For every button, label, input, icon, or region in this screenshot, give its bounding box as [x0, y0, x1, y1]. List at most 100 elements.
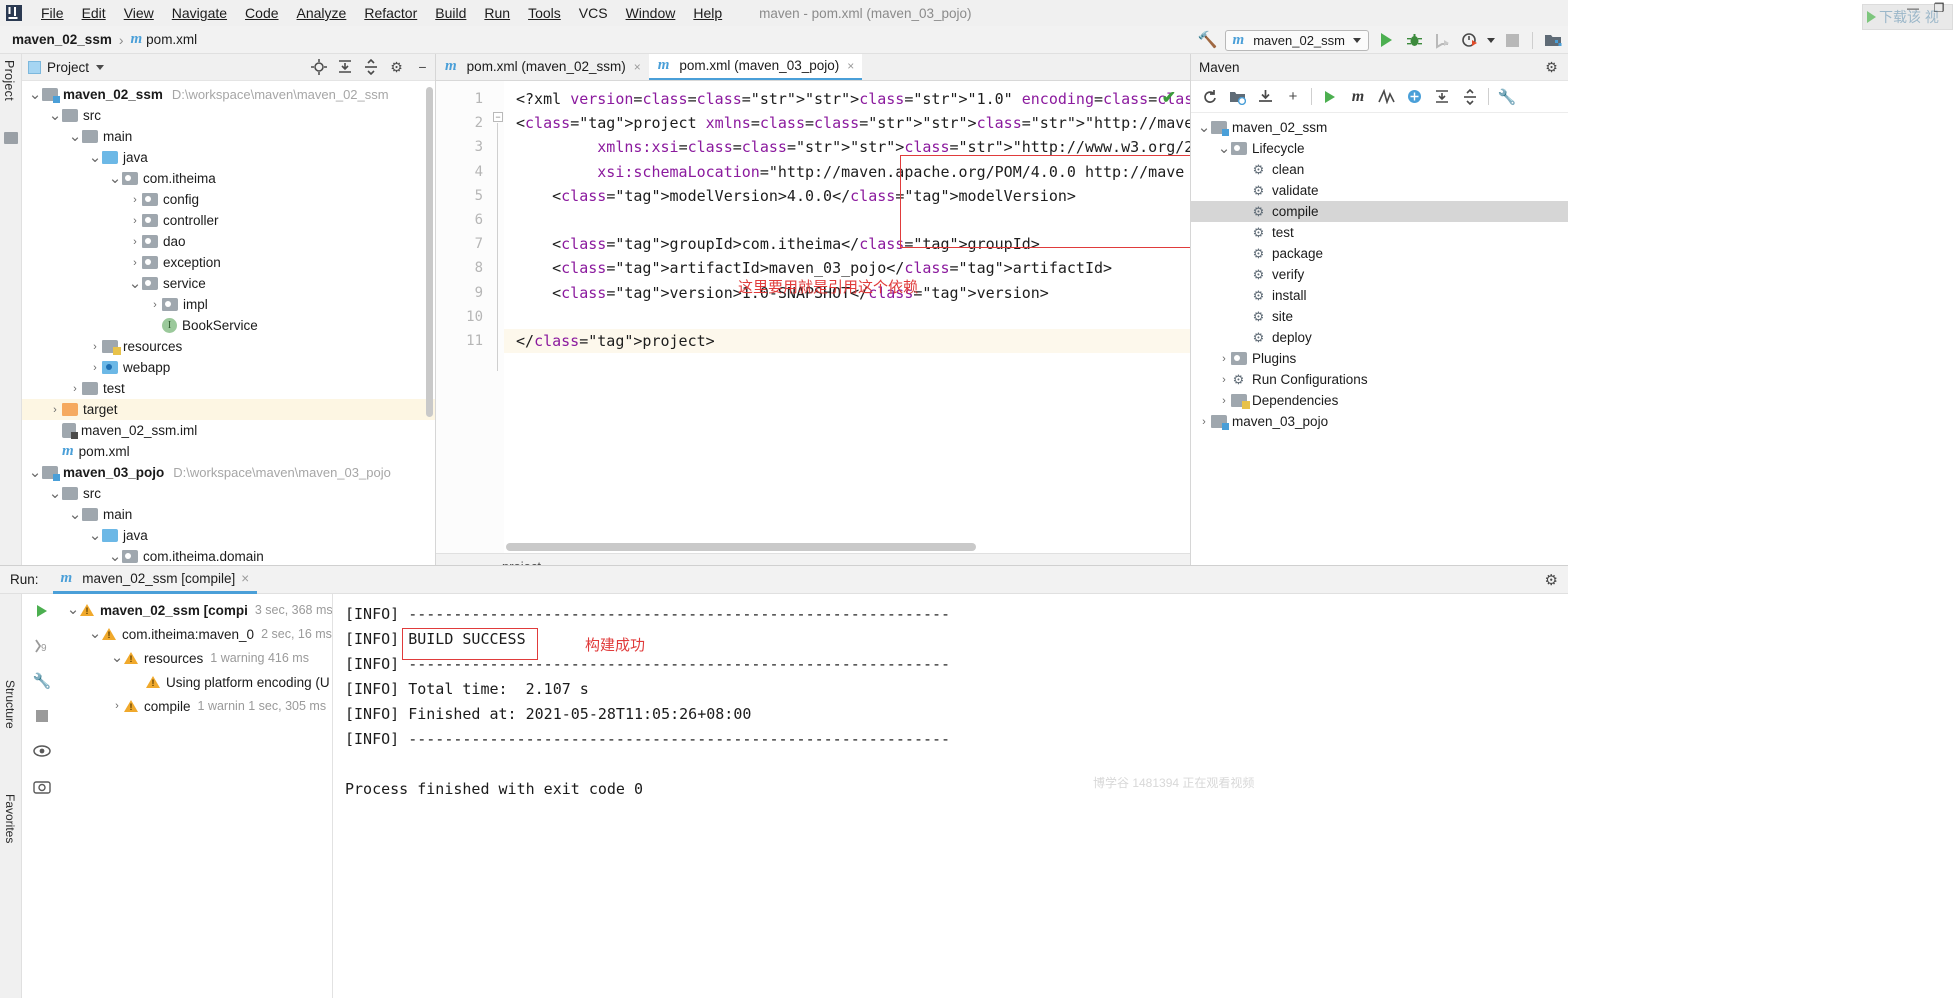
- menu-analyze[interactable]: Analyze: [288, 3, 356, 23]
- tree-row[interactable]: ⌄ src: [22, 105, 435, 126]
- hide-panel-icon[interactable]: −: [414, 59, 431, 76]
- tree-row[interactable]: › webapp: [22, 357, 435, 378]
- menu-code[interactable]: Code: [236, 3, 287, 23]
- editor-horizontal-scrollbar[interactable]: [506, 543, 976, 551]
- run-configuration-selector[interactable]: m maven_02_ssm: [1224, 29, 1369, 51]
- editor-tab[interactable]: m pom.xml (maven_02_ssm) ×: [436, 53, 649, 80]
- tree-row[interactable]: ·I BookService: [22, 315, 435, 336]
- menu-file[interactable]: File: [32, 3, 73, 23]
- expand-arrow-icon[interactable]: ⌄: [48, 108, 62, 123]
- expand-arrow-icon[interactable]: ⌄: [1217, 141, 1231, 156]
- collapse-arrow-icon[interactable]: ›: [1217, 353, 1231, 365]
- tree-row[interactable]: › target: [22, 399, 435, 420]
- collapse-arrow-icon[interactable]: ›: [128, 257, 142, 269]
- maven-tree-row[interactable]: › Plugins: [1191, 348, 1568, 369]
- run-tab[interactable]: m maven_02_ssm [compile] ×: [52, 566, 258, 594]
- maven-tree-row[interactable]: ·⚙ test: [1191, 222, 1568, 243]
- menu-vcs[interactable]: VCS: [570, 3, 617, 23]
- expand-arrow-icon[interactable]: ⌄: [88, 150, 102, 165]
- tree-row[interactable]: ⌄ main: [22, 504, 435, 525]
- close-icon[interactable]: ×: [847, 59, 854, 73]
- minimize-button[interactable]: —: [1900, 0, 1926, 16]
- expand-arrow-icon[interactable]: ⌄: [68, 129, 82, 144]
- expand-arrow-icon[interactable]: ⌄: [88, 626, 102, 641]
- maven-goals-tree[interactable]: ⌄maven_02_ssm⌄Lifecycle·⚙clean·⚙validate…: [1191, 113, 1568, 579]
- expand-arrow-icon[interactable]: ⌄: [28, 465, 42, 480]
- expand-arrow-icon[interactable]: ⌄: [28, 87, 42, 102]
- maven-tree-row[interactable]: ·⚙ clean: [1191, 159, 1568, 180]
- toggle-visibility-icon[interactable]: [31, 740, 53, 762]
- collapse-arrow-icon[interactable]: ›: [68, 383, 82, 395]
- gear-icon[interactable]: ⚙: [1545, 571, 1558, 589]
- expand-all-icon[interactable]: [1429, 85, 1455, 109]
- maven-settings-wrench-icon[interactable]: 🔧: [1494, 85, 1520, 109]
- tree-row[interactable]: ⌄ java: [22, 525, 435, 546]
- menu-window[interactable]: Window: [617, 3, 685, 23]
- gear-icon[interactable]: ⚙: [388, 59, 405, 76]
- expand-arrow-icon[interactable]: ⌄: [110, 650, 124, 665]
- project-structure-button[interactable]: [1542, 29, 1564, 51]
- menu-edit[interactable]: Edit: [73, 3, 115, 23]
- breadcrumb-project[interactable]: maven_02_ssm: [12, 32, 112, 47]
- build-tree[interactable]: ⌄ maven_02_ssm [compi 3 sec, 368 ms ⌄ com.it…: [62, 594, 333, 998]
- expand-arrow-icon[interactable]: ⌄: [68, 507, 82, 522]
- collapse-arrow-icon[interactable]: ›: [128, 194, 142, 206]
- tree-row[interactable]: ⌄ src: [22, 483, 435, 504]
- locate-target-icon[interactable]: [310, 59, 327, 76]
- maven-tree-row[interactable]: ·⚙ compile: [1191, 201, 1568, 222]
- folder-icon[interactable]: [4, 132, 18, 144]
- tree-row[interactable]: › config: [22, 189, 435, 210]
- stop-icon[interactable]: [31, 705, 53, 727]
- maven-tree-row[interactable]: ·⚙ verify: [1191, 264, 1568, 285]
- editor-tab[interactable]: m pom.xml (maven_03_pojo) ×: [648, 53, 863, 80]
- profiler-button[interactable]: [1459, 29, 1481, 51]
- code-line[interactable]: <class="tag">project xmlns=class=class="…: [504, 111, 1190, 135]
- collapse-arrow-icon[interactable]: ›: [48, 404, 62, 416]
- inspection-ok-icon[interactable]: ✔: [1162, 88, 1176, 108]
- tool-window-label-structure[interactable]: Structure: [3, 680, 17, 729]
- code-line[interactable]: [504, 305, 1190, 329]
- maven-tree-row[interactable]: ⌄ Lifecycle: [1191, 138, 1568, 159]
- tree-row[interactable]: › resources: [22, 336, 435, 357]
- rerun-button[interactable]: [31, 600, 53, 622]
- collapse-arrow-icon[interactable]: ›: [110, 700, 124, 712]
- expand-arrow-icon[interactable]: ⌄: [1197, 120, 1211, 135]
- collapse-arrow-icon[interactable]: ›: [128, 215, 142, 227]
- code-line[interactable]: </class="tag">project>: [504, 328, 1190, 354]
- collapse-arrow-icon[interactable]: ›: [1217, 374, 1231, 386]
- breadcrumb-file[interactable]: pom.xml: [146, 32, 197, 47]
- build-tree-row[interactable]: ⌄ com.itheima:maven_0 2 sec, 16 ms: [62, 622, 332, 646]
- maven-tree-row[interactable]: ·⚙ install: [1191, 285, 1568, 306]
- tree-row[interactable]: ⌄ java: [22, 147, 435, 168]
- menu-navigate[interactable]: Navigate: [163, 3, 236, 23]
- download-sources-icon[interactable]: [1252, 85, 1278, 109]
- menu-refactor[interactable]: Refactor: [355, 3, 426, 23]
- code-folding-column[interactable]: −: [492, 81, 504, 553]
- tree-row[interactable]: ⌄ service: [22, 273, 435, 294]
- maven-tree-row[interactable]: › ⚙ Run Configurations: [1191, 369, 1568, 390]
- run-coverage-button[interactable]: [1431, 29, 1453, 51]
- console-output[interactable]: 构建成功 博学谷 1481394 正在观看视频 [INFO] ---------…: [333, 594, 1568, 998]
- execute-maven-goal-icon[interactable]: m: [1345, 85, 1371, 109]
- collapse-all-icon[interactable]: [1457, 85, 1483, 109]
- tree-row[interactable]: ⌄ com.itheima.domain: [22, 546, 435, 567]
- tree-row[interactable]: › exception: [22, 252, 435, 273]
- menu-view[interactable]: View: [115, 3, 163, 23]
- build-tree-row[interactable]: ⌄ maven_02_ssm [compi 3 sec, 368 ms: [62, 598, 332, 622]
- profiles-icon[interactable]: [1401, 85, 1427, 109]
- collapse-arrow-icon[interactable]: ›: [88, 362, 102, 374]
- toggle-skip-tests-icon[interactable]: [1373, 85, 1399, 109]
- gear-icon[interactable]: ⚙: [1543, 59, 1560, 76]
- collapse-arrow-icon[interactable]: ›: [1197, 416, 1211, 428]
- build-hammer-icon[interactable]: 🔨: [1197, 29, 1219, 51]
- profiler-chevron-icon[interactable]: [1487, 37, 1495, 43]
- tree-row[interactable]: › test: [22, 378, 435, 399]
- menu-build[interactable]: Build: [426, 3, 475, 23]
- collapse-arrow-icon[interactable]: ›: [148, 299, 162, 311]
- maximize-button[interactable]: ❐: [1926, 0, 1952, 16]
- tree-row[interactable]: ⌄ maven_02_ssm D:\workspace\maven\maven_02…: [22, 84, 435, 105]
- maven-tree-row[interactable]: ·⚙ validate: [1191, 180, 1568, 201]
- menu-help[interactable]: Help: [684, 3, 731, 23]
- maven-tree-row[interactable]: ·⚙ package: [1191, 243, 1568, 264]
- tree-row[interactable]: ⌄ com.itheima: [22, 168, 435, 189]
